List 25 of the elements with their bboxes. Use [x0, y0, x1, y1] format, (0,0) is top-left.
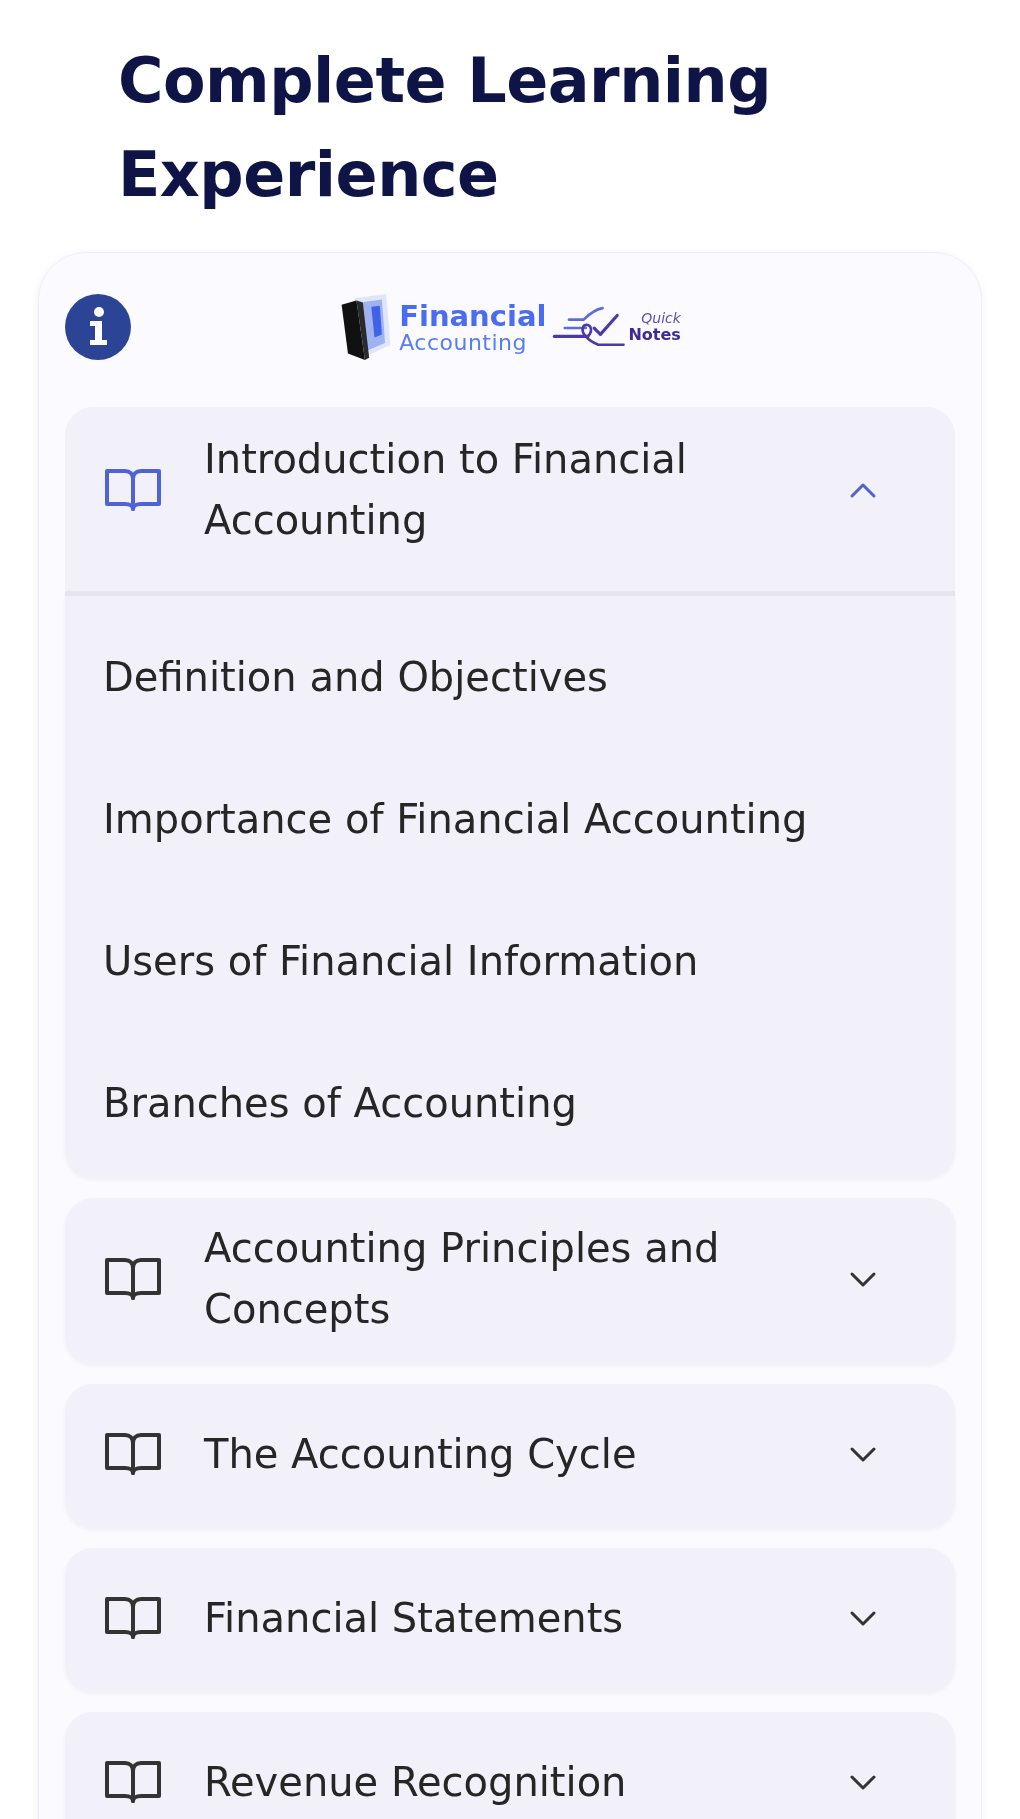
- chevron-down-icon: [849, 1773, 877, 1791]
- info-icon[interactable]: [65, 294, 131, 360]
- logo-tagline-bottom: Notes: [628, 326, 681, 344]
- open-book-icon: [105, 468, 161, 512]
- subtopic-item[interactable]: Importance of Financial Accounting: [103, 788, 808, 850]
- chevron-down-icon: [849, 1609, 877, 1627]
- logo-subtitle: Accounting: [399, 330, 527, 354]
- accordion-header[interactable]: Financial Statements: [65, 1548, 955, 1692]
- open-book-icon: [105, 1596, 161, 1640]
- chevron-up-icon: [849, 481, 877, 499]
- page-title: Complete Learning Experience: [118, 43, 773, 213]
- open-book-icon: [105, 1257, 161, 1301]
- subtopic-item[interactable]: Branches of Accounting: [103, 1072, 577, 1134]
- logo-title: Financial: [399, 300, 547, 331]
- logo-tagline-top: Quick: [641, 310, 681, 326]
- chevron-down-icon: [849, 1445, 877, 1463]
- accordion-header[interactable]: Introduction to Financial Accounting: [65, 407, 955, 591]
- accordion-header[interactable]: Revenue Recognition: [65, 1712, 955, 1819]
- chevron-down-icon: [849, 1270, 877, 1288]
- open-book-icon: [105, 1760, 161, 1804]
- subtopic-item[interactable]: Definition and Objectives: [103, 646, 608, 708]
- open-book-icon: [105, 1432, 161, 1476]
- subtopic-item[interactable]: Users of Financial Information: [103, 930, 699, 992]
- accordion-header[interactable]: The Accounting Cycle: [65, 1384, 955, 1528]
- accordion-header[interactable]: Accounting Principles and Concepts: [65, 1198, 955, 1364]
